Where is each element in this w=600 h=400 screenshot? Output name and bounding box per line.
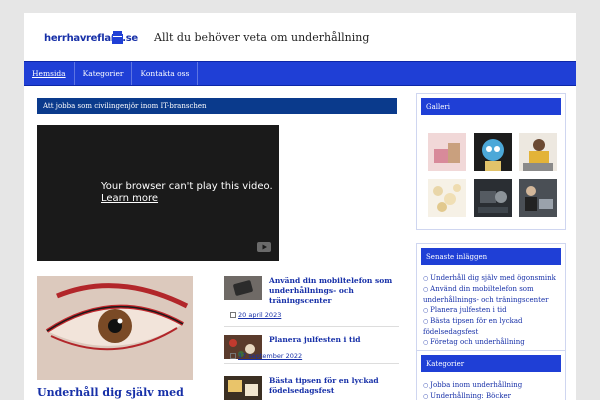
category-link[interactable]: Jobba inom underhållning [423,380,559,391]
gallery-widget: Galleri [416,93,566,230]
camera-crew-photo-icon [474,179,512,217]
widget-title: Kategorier [421,355,561,372]
featured-image[interactable] [37,276,193,380]
nav-item-contact[interactable]: Kontakta oss [132,62,199,85]
learn-more-link[interactable]: Learn more [101,193,273,205]
gifts-photo-icon [428,133,466,171]
eye-makeup-photo-icon [37,276,193,380]
reading-photo-icon [519,133,557,171]
party-photo-icon [224,376,262,400]
calendar-icon [230,353,236,359]
gallery-image[interactable] [474,179,512,217]
latest-post-link[interactable]: Planera julfesten i tid [423,305,559,316]
post-date-text[interactable]: 20 april 2023 [238,311,281,319]
site-logo[interactable]: herrhavreflarn.se [44,33,138,44]
post-title-bar[interactable]: Att jobba som civilingenjör inom IT-bran… [37,98,397,114]
latest-posts-widget: Senaste inläggen Underhåll dig själv med… [416,243,566,353]
widget-title: Galleri [421,98,561,115]
costume-photo-icon [474,133,512,171]
latest-post-link[interactable]: Företag och underhållning [423,337,559,348]
post-thumbnail[interactable] [224,276,262,300]
featured-post-title[interactable]: Underhåll dig själv med [37,386,184,399]
laptop-photo-icon [519,179,557,217]
video-player[interactable]: Your browser can't play this video. Lear… [37,125,279,261]
phone-photo-icon [224,276,262,300]
divider [224,363,399,364]
post-thumbnail[interactable] [224,376,262,400]
youtube-icon[interactable] [257,242,271,252]
divider [224,326,399,327]
gallery-image[interactable] [428,179,466,217]
popcorn-photo-icon [428,179,466,217]
latest-post-link[interactable]: Underhåll dig själv med ögonsmink [423,273,559,284]
video-error-text: Your browser can't play this video. [101,181,273,192]
nav-item-categories[interactable]: Kategorier [75,62,133,85]
site-tagline: Allt du behöver veta om underhållning [154,31,370,44]
post-link[interactable]: Bästa tipsen för en lyckad födelsedagsfe… [269,376,399,396]
main-nav: Hemsida Kategorier Kontakta oss [24,61,576,86]
post-date[interactable]: 17 september 2022 [230,352,302,360]
categories-list: Jobba inom underhållning Underhållning: … [417,376,565,400]
video-error-message: Your browser can't play this video. Lear… [101,181,273,205]
gallery-image[interactable] [519,179,557,217]
site-header: herrhavreflarn.se Allt du behöver veta o… [24,13,576,60]
post-link[interactable]: Använd din mobiltelefon som underhållnin… [269,276,399,306]
post-date[interactable]: 20 april 2023 [230,311,281,319]
latest-post-link[interactable]: Bästa tipsen för en lyckad födelsedagsfe… [423,316,559,337]
latest-posts-list: Underhåll dig själv med ögonsmink Använd… [417,269,565,352]
category-link[interactable]: Underhållning: Böcker [423,391,559,400]
logo-mark-icon [112,31,123,44]
gallery-image[interactable] [519,133,557,171]
post-date-text[interactable]: 17 september 2022 [238,352,302,360]
latest-post-link[interactable]: Använd din mobiltelefon som underhållnin… [423,284,559,305]
nav-item-home[interactable]: Hemsida [24,62,75,85]
widget-title: Senaste inläggen [421,248,561,265]
gallery-image[interactable] [474,133,512,171]
categories-widget: Kategorier Jobba inom underhållning Unde… [416,350,566,400]
post-link[interactable]: Planera julfesten i tid [269,335,399,345]
gallery-image[interactable] [428,133,466,171]
calendar-icon [230,312,236,318]
page: herrhavreflarn.se Allt du behöver veta o… [24,13,576,400]
